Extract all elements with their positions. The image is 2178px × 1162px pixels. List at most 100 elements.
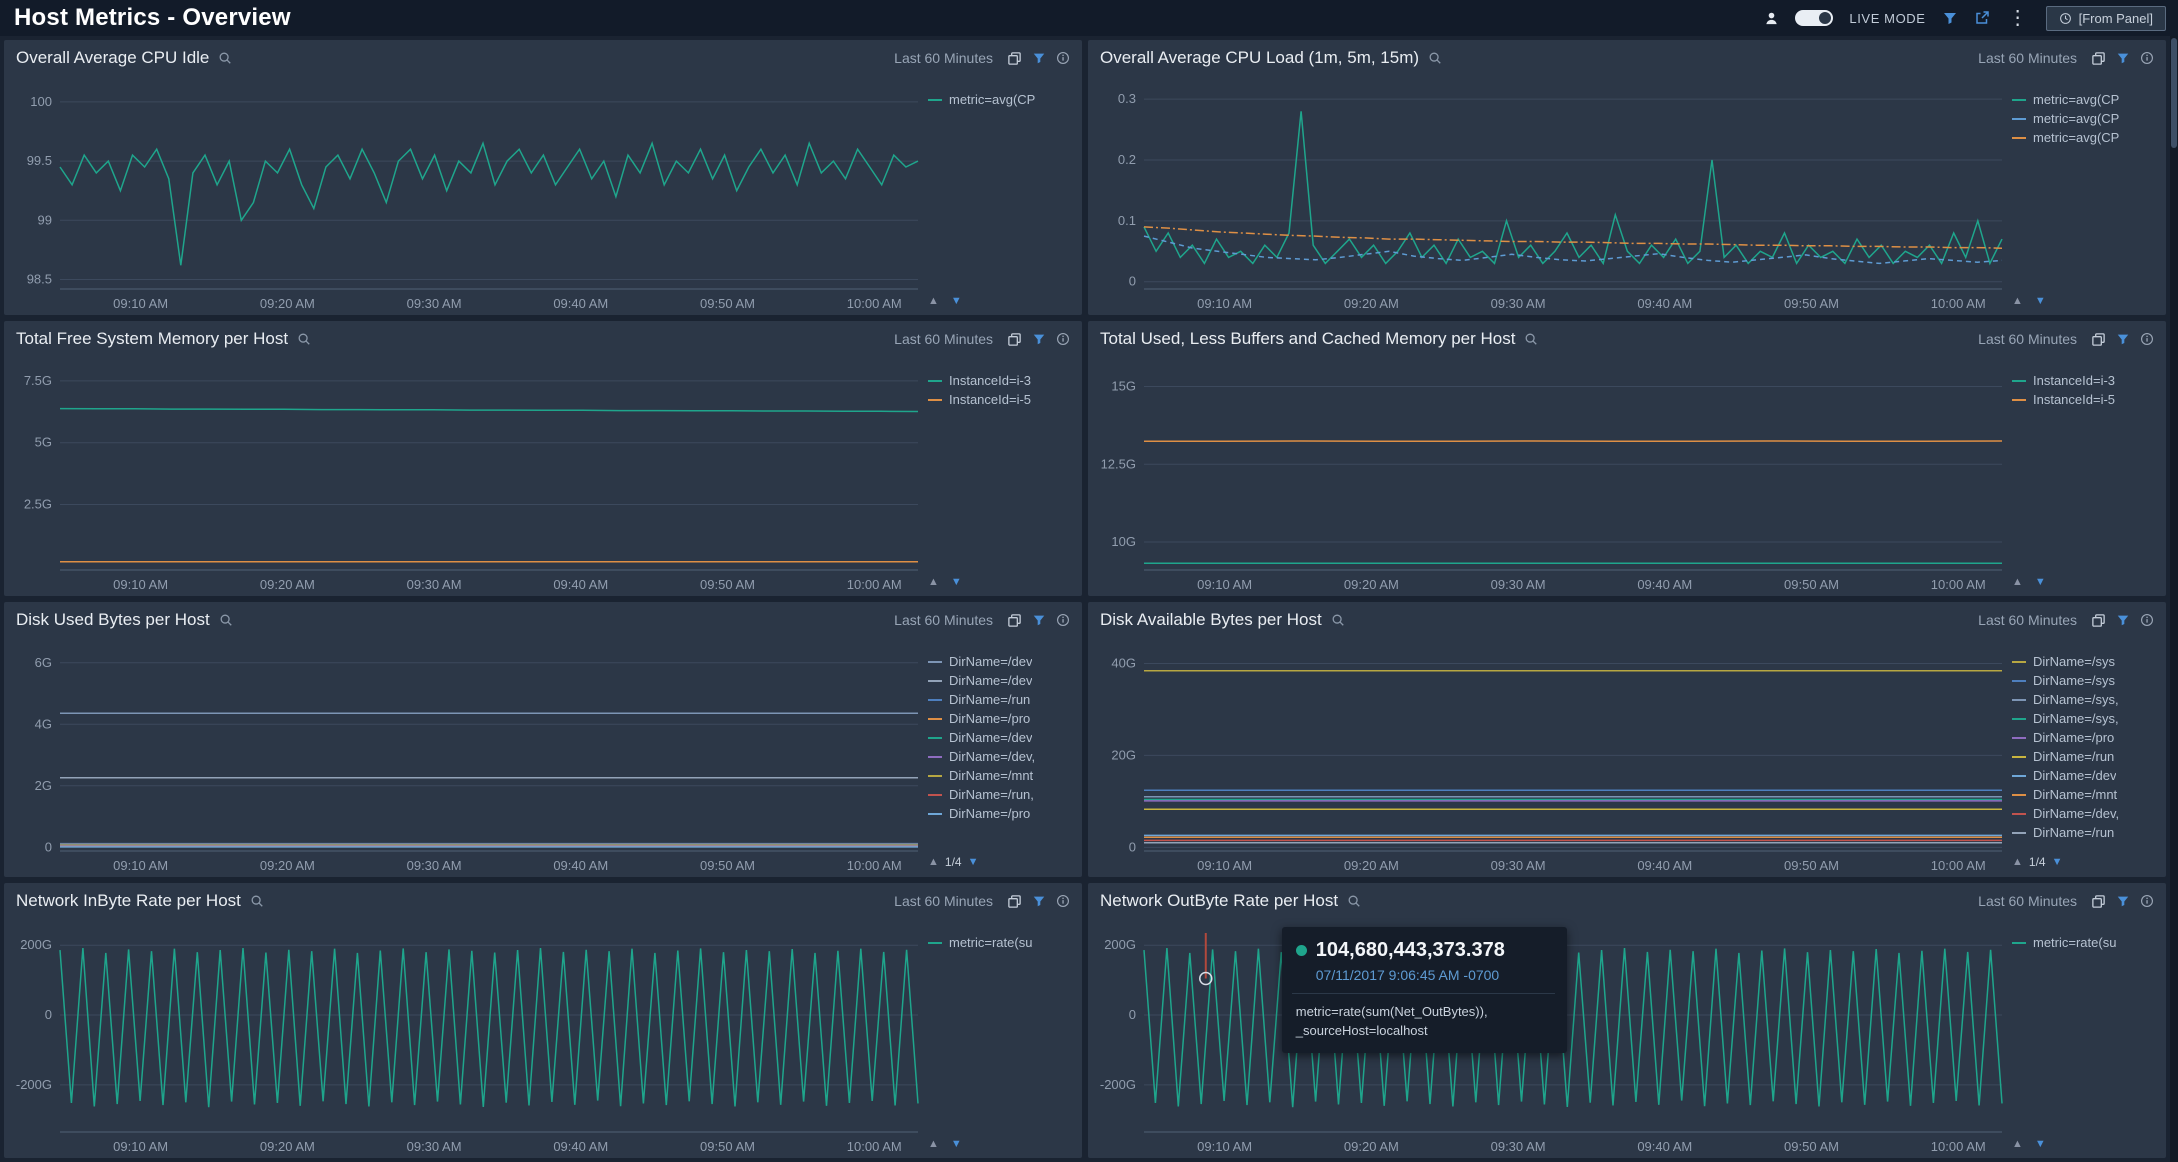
chart-plot[interactable]: 40G20G009:10 AM09:20 AM09:30 AM09:40 AM0… — [1088, 638, 2010, 877]
chart-legend: metric=avg(CP ▲ ▼ — [926, 76, 1082, 315]
legend-item[interactable]: DirName=/dev, — [928, 747, 1074, 766]
legend-item[interactable]: metric=avg(CP — [2012, 109, 2158, 128]
info-icon[interactable] — [1056, 332, 1070, 346]
chart-plot[interactable]: 6G4G2G009:10 AM09:20 AM09:30 AM09:40 AM0… — [4, 638, 926, 877]
filter-icon[interactable] — [1942, 10, 1958, 26]
tooltip-value: 104,680,443,373.378 — [1316, 939, 1505, 962]
pager-down-icon[interactable]: ▼ — [2035, 1138, 2046, 1150]
magnifier-icon[interactable] — [1347, 894, 1361, 908]
panel-filter-icon[interactable] — [2116, 51, 2130, 65]
legend-item[interactable]: InstanceId=i-3 — [928, 371, 1074, 390]
copy-icon[interactable] — [2091, 332, 2106, 347]
time-range-label: Last 60 Minutes — [1978, 331, 2077, 347]
panel-filter-icon[interactable] — [2116, 613, 2130, 627]
copy-icon[interactable] — [1007, 613, 1022, 628]
legend-item[interactable]: DirName=/sys — [2012, 652, 2158, 671]
chart-plot[interactable]: 200G0-200G09:10 AM09:20 AM09:30 AM09:40 … — [1088, 919, 2010, 1158]
chart-plot[interactable]: 7.5G5G2.5G09:10 AM09:20 AM09:30 AM09:40 … — [4, 357, 926, 596]
dashboard-grid: Overall Average CPU Idle Last 60 Minutes — [0, 36, 2178, 1162]
share-icon[interactable] — [1974, 10, 1990, 26]
legend-item[interactable]: DirName=/dev — [928, 728, 1074, 747]
legend-item[interactable]: metric=avg(CP — [2012, 128, 2158, 147]
legend-label: DirName=/run — [949, 692, 1030, 707]
pager-up-icon[interactable]: ▲ — [928, 1138, 939, 1150]
panel-filter-icon[interactable] — [1032, 332, 1046, 346]
info-icon[interactable] — [2140, 894, 2154, 908]
pager-down-icon[interactable]: ▼ — [951, 295, 962, 307]
legend-item[interactable]: DirName=/pro — [928, 709, 1074, 728]
legend-item[interactable]: DirName=/dev, — [2012, 804, 2158, 823]
pager-down-icon[interactable]: ▼ — [951, 1138, 962, 1150]
scrollbar-track[interactable] — [2170, 36, 2178, 1162]
panel-filter-icon[interactable] — [1032, 51, 1046, 65]
legend-item[interactable]: DirName=/sys, — [2012, 690, 2158, 709]
panel-filter-icon[interactable] — [2116, 332, 2130, 346]
panel-filter-icon[interactable] — [1032, 894, 1046, 908]
pager-down-icon[interactable]: ▼ — [951, 576, 962, 588]
chart-plot[interactable]: 15G12.5G10G09:10 AM09:20 AM09:30 AM09:40… — [1088, 357, 2010, 596]
legend-item[interactable]: DirName=/dev — [2012, 766, 2158, 785]
legend-item[interactable]: DirName=/run — [2012, 823, 2158, 842]
chart-plot[interactable]: 200G0-200G09:10 AM09:20 AM09:30 AM09:40 … — [4, 919, 926, 1158]
chart-plot[interactable]: 0.30.20.1009:10 AM09:20 AM09:30 AM09:40 … — [1088, 76, 2010, 315]
info-icon[interactable] — [1056, 51, 1070, 65]
legend-item[interactable]: DirName=/pro — [2012, 728, 2158, 747]
legend-item[interactable]: metric=rate(su — [2012, 933, 2158, 952]
legend-items: DirName=/sysDirName=/sysDirName=/sys,Dir… — [2012, 652, 2158, 842]
copy-icon[interactable] — [2091, 51, 2106, 66]
legend-item[interactable]: metric=avg(CP — [2012, 90, 2158, 109]
copy-icon[interactable] — [1007, 51, 1022, 66]
magnifier-icon[interactable] — [297, 332, 311, 346]
legend-item[interactable]: InstanceId=i-5 — [928, 390, 1074, 409]
legend-item[interactable]: InstanceId=i-5 — [2012, 390, 2158, 409]
legend-item[interactable]: DirName=/pro — [928, 804, 1074, 823]
from-panel-button[interactable]: [From Panel] — [2046, 6, 2166, 31]
pager-down-icon[interactable]: ▼ — [968, 856, 979, 868]
copy-icon[interactable] — [1007, 332, 1022, 347]
magnifier-icon[interactable] — [1524, 332, 1538, 346]
magnifier-icon[interactable] — [219, 613, 233, 627]
info-icon[interactable] — [2140, 332, 2154, 346]
legend-swatch — [928, 699, 942, 701]
panel-filter-icon[interactable] — [1032, 613, 1046, 627]
user-icon[interactable] — [1764, 11, 1779, 26]
legend-item[interactable]: DirName=/mnt — [928, 766, 1074, 785]
scrollbar-thumb[interactable] — [2171, 38, 2177, 148]
pager-up-icon[interactable]: ▲ — [928, 576, 939, 588]
pager-up-icon[interactable]: ▲ — [2012, 1138, 2023, 1150]
copy-icon[interactable] — [1007, 894, 1022, 909]
pager-up-icon[interactable]: ▲ — [928, 856, 939, 868]
live-mode-toggle[interactable] — [1795, 10, 1833, 26]
pager-up-icon[interactable]: ▲ — [2012, 576, 2023, 588]
legend-item[interactable]: metric=rate(su — [928, 933, 1074, 952]
pager-down-icon[interactable]: ▼ — [2035, 295, 2046, 307]
pager-up-icon[interactable]: ▲ — [2012, 856, 2023, 868]
copy-icon[interactable] — [2091, 894, 2106, 909]
panel-filter-icon[interactable] — [2116, 894, 2130, 908]
kebab-menu-icon[interactable]: ⋮ — [2006, 8, 2030, 28]
legend-item[interactable]: InstanceId=i-3 — [2012, 371, 2158, 390]
legend-item[interactable]: DirName=/sys, — [2012, 709, 2158, 728]
magnifier-icon[interactable] — [218, 51, 232, 65]
legend-item[interactable]: DirName=/run, — [928, 785, 1074, 804]
legend-item[interactable]: DirName=/dev — [928, 652, 1074, 671]
legend-item[interactable]: DirName=/mnt — [2012, 785, 2158, 804]
legend-item[interactable]: DirName=/sys — [2012, 671, 2158, 690]
legend-item[interactable]: DirName=/dev — [928, 671, 1074, 690]
copy-icon[interactable] — [2091, 613, 2106, 628]
magnifier-icon[interactable] — [1331, 613, 1345, 627]
legend-item[interactable]: DirName=/run — [928, 690, 1074, 709]
pager-down-icon[interactable]: ▼ — [2052, 856, 2063, 868]
magnifier-icon[interactable] — [1428, 51, 1442, 65]
chart-plot[interactable]: 10099.59998.509:10 AM09:20 AM09:30 AM09:… — [4, 76, 926, 315]
info-icon[interactable] — [2140, 613, 2154, 627]
magnifier-icon[interactable] — [250, 894, 264, 908]
pager-down-icon[interactable]: ▼ — [2035, 576, 2046, 588]
pager-up-icon[interactable]: ▲ — [2012, 295, 2023, 307]
info-icon[interactable] — [2140, 51, 2154, 65]
info-icon[interactable] — [1056, 894, 1070, 908]
pager-up-icon[interactable]: ▲ — [928, 295, 939, 307]
info-icon[interactable] — [1056, 613, 1070, 627]
legend-item[interactable]: metric=avg(CP — [928, 90, 1074, 109]
legend-item[interactable]: DirName=/run — [2012, 747, 2158, 766]
